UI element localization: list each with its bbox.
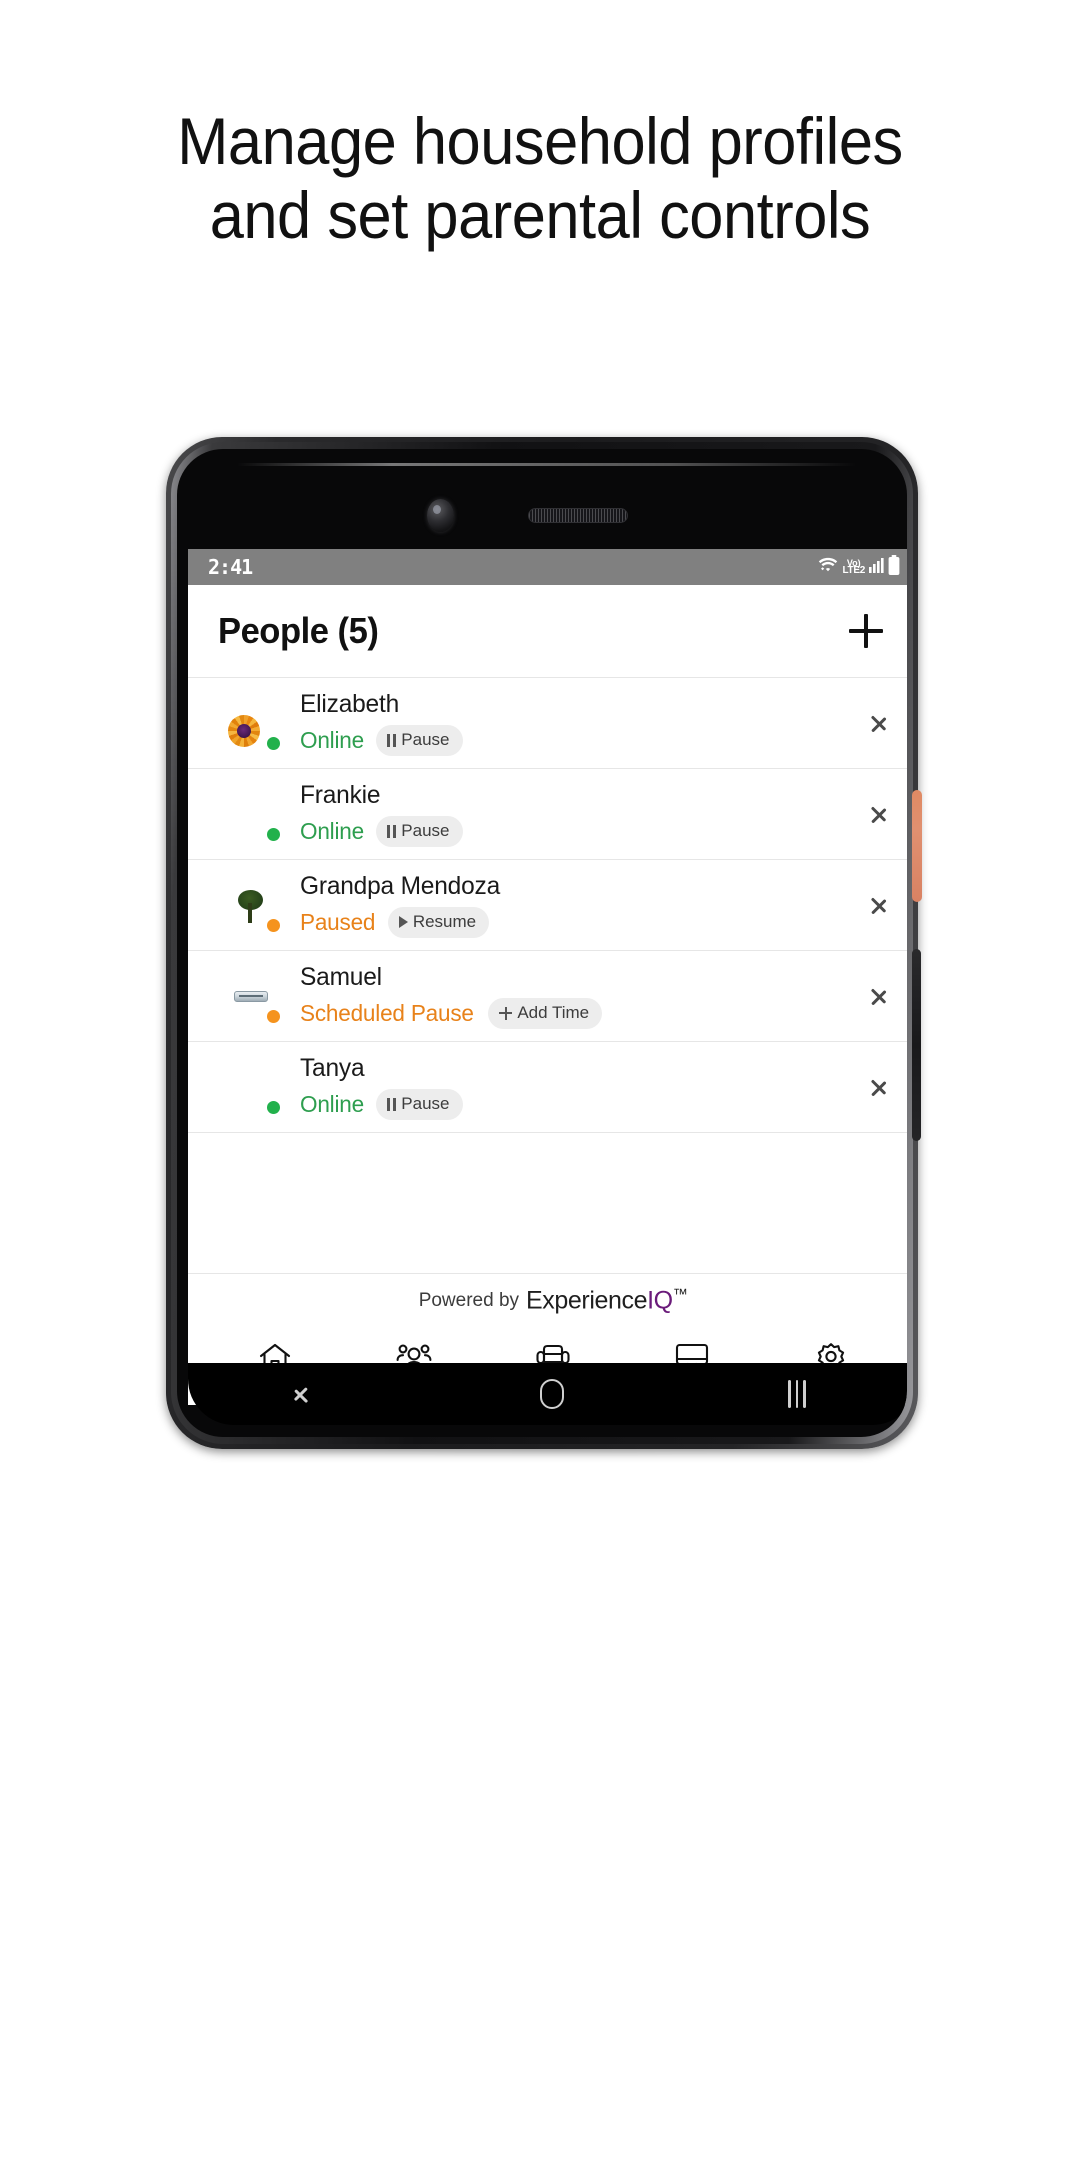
add-person-button[interactable]: [844, 609, 888, 653]
list-bottom-divider: [188, 1132, 907, 1133]
avatar: [222, 1058, 283, 1124]
chevron-right-icon[interactable]: [870, 1072, 888, 1102]
home-icon[interactable]: [540, 1379, 565, 1409]
people-list: Elizabeth Online Pause Frankie Online Pause Gr…: [188, 677, 907, 1132]
person-status-line: Online Pause: [300, 725, 463, 756]
brand-accent: IQ: [647, 1286, 673, 1315]
page-title: Manage household profiles and set parent…: [38, 104, 1042, 252]
person-status-line: Paused Resume: [300, 907, 504, 938]
avatar: [222, 694, 283, 753]
person-action-chip[interactable]: Add Time: [488, 998, 603, 1029]
status-badge: Online: [300, 818, 364, 844]
person-row[interactable]: Samuel Scheduled Pause Add Time: [188, 950, 907, 1041]
play-icon: [398, 916, 408, 928]
battery-full-icon: [888, 554, 900, 580]
bezel-gloss: [237, 463, 857, 466]
person-action-chip[interactable]: Pause: [376, 725, 463, 756]
back-icon[interactable]: [300, 1380, 316, 1408]
chip-label: Pause: [401, 1094, 450, 1113]
volume-rocker-button[interactable]: [912, 949, 921, 1141]
brand-wordmark: ExperienceIQ™: [526, 1285, 688, 1315]
chip-label: Pause: [401, 730, 450, 749]
pause-icon: [387, 1097, 396, 1111]
chip-label: Add Time: [517, 1003, 590, 1022]
avatar: [222, 876, 283, 935]
status-dot: [264, 734, 283, 753]
brand-prefix: Experience: [526, 1286, 648, 1315]
chevron-right-icon[interactable]: [870, 890, 888, 920]
app-header: People (5): [188, 585, 907, 677]
power-button[interactable]: [912, 790, 922, 902]
person-action-chip[interactable]: Resume: [387, 907, 490, 938]
status-badge: Scheduled Pause: [300, 1000, 474, 1026]
chevron-right-icon[interactable]: [870, 981, 888, 1011]
status-badge: Online: [300, 727, 364, 753]
status-bar-clock: 2:41: [208, 555, 253, 579]
person-action-chip[interactable]: Pause: [376, 816, 463, 847]
status-dot: [264, 916, 283, 935]
person-meta: Tanya Online Pause: [300, 1054, 463, 1120]
status-badge: Online: [300, 1091, 364, 1117]
status-dot: [264, 825, 283, 844]
phone-screen-bezel: 2:41 Vo) LTE2 People (5) Elizabeth Onlin…: [177, 449, 907, 1437]
app-screen: 2:41 Vo) LTE2 People (5) Elizabeth Onlin…: [188, 549, 907, 1405]
person-name: Elizabeth: [300, 690, 400, 718]
person-row[interactable]: Grandpa Mendoza Paused Resume: [188, 859, 907, 950]
page-title-line-1: Manage household profiles: [177, 104, 903, 178]
person-status-line: Scheduled Pause Add Time: [300, 998, 603, 1029]
chip-label: Resume: [412, 912, 477, 931]
person-meta: Grandpa Mendoza Paused Resume: [300, 872, 504, 938]
powered-by-row: Powered by ExperienceIQ™: [188, 1273, 907, 1327]
signal-bars-icon: [869, 557, 884, 578]
pause-icon: [387, 733, 396, 747]
chevron-right-icon[interactable]: [870, 708, 888, 738]
avatar: [222, 785, 283, 851]
screenshot-root: Manage household profiles and set parent…: [0, 0, 1080, 2160]
person-meta: Frankie Online Pause: [300, 781, 463, 847]
volte-bottom-label: LTE2: [842, 565, 865, 576]
earpiece-speaker: [528, 508, 628, 523]
status-badge: Paused: [300, 909, 376, 935]
status-bar-icons: Vo) LTE2: [818, 554, 900, 580]
brand-trademark: ™: [672, 1285, 688, 1303]
person-row[interactable]: Tanya Online Pause: [188, 1041, 907, 1132]
person-action-chip[interactable]: Pause: [376, 1089, 463, 1120]
front-camera-icon: [427, 499, 454, 532]
status-bar: 2:41 Vo) LTE2: [188, 549, 907, 585]
recents-icon[interactable]: [788, 1380, 806, 1408]
person-meta: Samuel Scheduled Pause Add Time: [300, 963, 603, 1029]
phone-mockup: 2:41 Vo) LTE2 People (5) Elizabeth Onlin…: [166, 437, 922, 1457]
android-navigation-bar: [188, 1363, 907, 1425]
person-name: Grandpa Mendoza: [300, 872, 501, 900]
status-dot: [264, 1007, 283, 1026]
person-name: Frankie: [300, 781, 381, 809]
volte-indicator: Vo) LTE2: [842, 559, 865, 576]
person-name: Tanya: [300, 1054, 365, 1082]
person-name: Samuel: [300, 963, 382, 991]
person-status-line: Online Pause: [300, 1089, 463, 1120]
person-row[interactable]: Elizabeth Online Pause: [188, 677, 907, 768]
powered-by-label: Powered by: [418, 1289, 520, 1311]
status-dot: [264, 1098, 283, 1117]
person-row[interactable]: Frankie Online Pause: [188, 768, 907, 859]
chevron-right-icon[interactable]: [870, 799, 888, 829]
chip-label: Pause: [401, 821, 450, 840]
plus-icon: [499, 1006, 513, 1020]
people-count-title: People (5): [218, 610, 379, 651]
wifi-icon: [818, 556, 838, 578]
page-title-line-2: and set parental controls: [209, 178, 871, 252]
person-meta: Elizabeth Online Pause: [300, 690, 463, 756]
avatar: [222, 967, 283, 1026]
pause-icon: [387, 824, 396, 838]
person-status-line: Online Pause: [300, 816, 463, 847]
